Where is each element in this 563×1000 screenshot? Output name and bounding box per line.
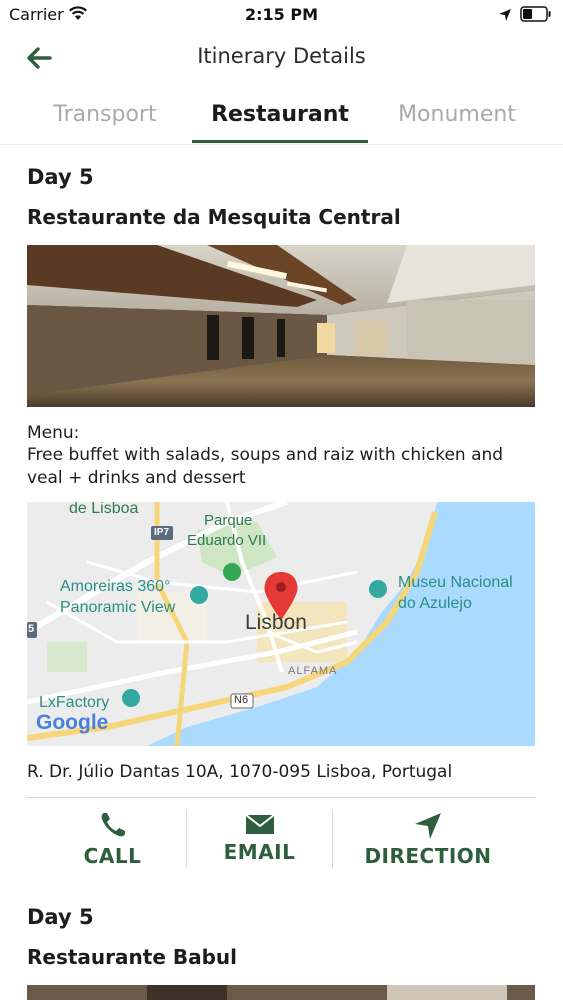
menu-description: Free buffet with salads, soups and raiz … xyxy=(27,445,504,488)
map-label-ip7: IP7 xyxy=(154,527,170,538)
nav-bar: Itinerary Details xyxy=(0,30,563,88)
map-label-panoramic: Panoramic View xyxy=(60,599,176,616)
location-map[interactable]: de Lisboa Parque Eduardo VII Amoreiras 3… xyxy=(27,502,535,746)
page-title: Itinerary Details xyxy=(197,44,366,68)
envelope-icon xyxy=(244,814,275,840)
map-label-parque: Parque xyxy=(204,512,253,529)
restaurant-name: Restaurante da Mesquita Central xyxy=(27,205,401,229)
map-label-n6: N6 xyxy=(234,694,249,706)
battery-icon xyxy=(520,6,552,22)
restaurant-photo xyxy=(27,245,535,407)
day-label: Day 5 xyxy=(27,165,94,189)
map-label-alfama: ALFAMA xyxy=(288,665,338,677)
active-tab-indicator xyxy=(192,140,368,143)
call-label: CALL xyxy=(83,844,142,868)
email-label: EMAIL xyxy=(223,840,296,864)
status-bar: Carrier 2:15 PM xyxy=(0,0,563,30)
navigation-arrow-icon xyxy=(414,813,442,844)
email-button[interactable]: EMAIL xyxy=(187,812,332,864)
call-button[interactable]: CALL xyxy=(40,810,185,868)
map-label-five: 5 xyxy=(28,623,35,635)
phone-icon xyxy=(98,813,128,844)
restaurant-name: Restaurante Babul xyxy=(27,945,237,969)
menu-label: Menu: xyxy=(27,423,80,443)
tab-monument[interactable]: Monument xyxy=(369,102,545,127)
clock: 2:15 PM xyxy=(244,5,318,24)
map-label-amoreiras: Amoreiras 360° xyxy=(60,578,171,595)
restaurant-photo xyxy=(27,985,535,1000)
map-label-lisbon: Lisbon xyxy=(245,611,307,634)
day-label: Day 5 xyxy=(27,905,94,929)
category-tabs: Transport Restaurant Monument xyxy=(0,88,563,145)
map-label-azulejo: do Azulejo xyxy=(398,595,472,612)
map-label-eduardo: Eduardo VII xyxy=(187,532,267,549)
map-label-de-lisboa: de Lisboa xyxy=(69,502,139,517)
tab-transport[interactable]: Transport xyxy=(17,102,193,127)
google-logo: Google xyxy=(36,711,109,734)
address-text: R. Dr. Júlio Dantas 10A, 1070-095 Lisboa… xyxy=(27,762,453,782)
direction-button[interactable]: DIRECTION xyxy=(333,812,523,868)
tab-restaurant[interactable]: Restaurant xyxy=(192,102,368,127)
direction-label: DIRECTION xyxy=(364,844,492,868)
divider xyxy=(27,797,535,798)
map-label-lxfactory: LxFactory xyxy=(39,694,110,711)
map-label-museu: Museu Nacional xyxy=(398,574,513,591)
location-arrow-icon xyxy=(498,7,512,26)
